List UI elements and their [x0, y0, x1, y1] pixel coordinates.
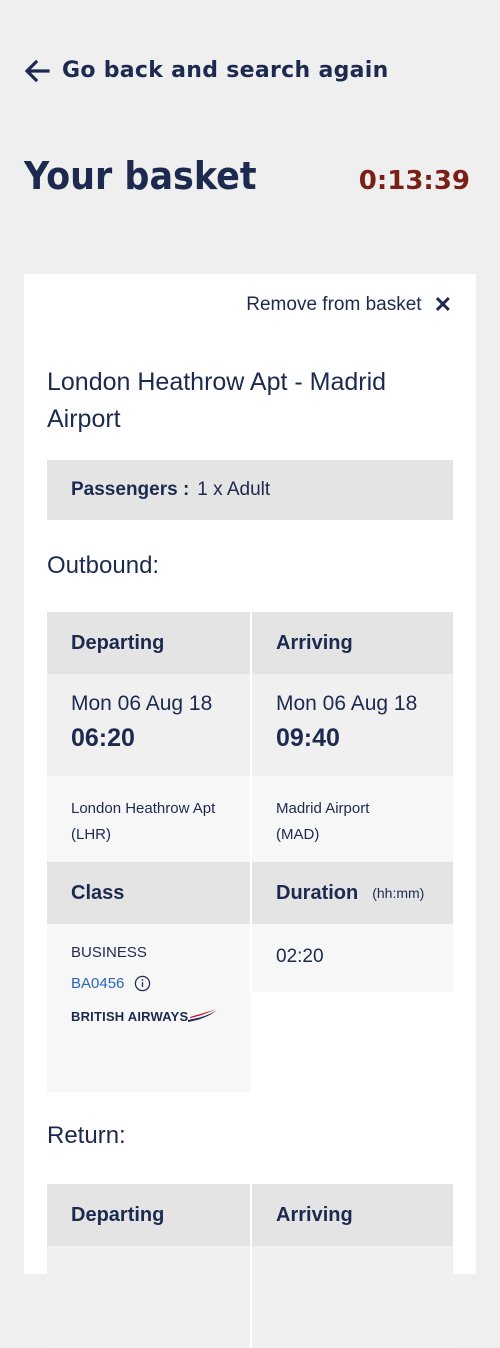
remove-from-basket-button[interactable]: Remove from basket ✕: [246, 294, 452, 316]
departure-airport: London Heathrow Apt (LHR): [47, 776, 250, 862]
passengers-label: Passengers :: [71, 479, 190, 500]
outbound-header-row: Departing Arriving: [47, 612, 453, 674]
arriving-header: Arriving: [250, 612, 453, 674]
flight-number-link[interactable]: BA0456: [71, 975, 124, 992]
departure-datetime: Mon 06 Aug 18 06:20: [47, 674, 250, 776]
duration-value: 02:20: [250, 924, 453, 992]
close-icon: ✕: [433, 292, 452, 317]
duration-unit: (hh:mm): [372, 885, 425, 901]
british-airways-logo: BRITISH AIRWAYS: [71, 1008, 250, 1024]
flight-number-row: BA0456: [71, 975, 250, 992]
return-arriving-header: Arriving: [250, 1184, 453, 1246]
duration-header-label: Duration: [276, 881, 359, 904]
duration-header: Duration (hh:mm): [250, 862, 453, 924]
outbound-table: Departing Arriving Mon 06 Aug 18 06:20 M…: [47, 612, 453, 1092]
return-arrival-datetime: [250, 1246, 453, 1348]
passengers-value: 1 x Adult: [197, 479, 271, 500]
return-table: Departing Arriving: [47, 1184, 453, 1348]
arrival-airport: Madrid Airport (MAD): [250, 776, 453, 862]
outbound-class-header-row: Class Duration (hh:mm): [47, 862, 453, 924]
remove-label: Remove from basket: [246, 294, 422, 315]
arrival-datetime: Mon 06 Aug 18 09:40: [250, 674, 453, 776]
outbound-label: Outbound:: [47, 552, 160, 579]
departure-time: 06:20: [71, 724, 135, 752]
countdown-timer: 0:13:39: [358, 166, 470, 196]
outbound-airport-row: London Heathrow Apt (LHR) Madrid Airport…: [47, 776, 453, 862]
speedmarque-icon: [188, 1009, 218, 1022]
airline-logo-text: BRITISH AIRWAYS: [71, 1008, 189, 1024]
arrival-date: Mon 06 Aug 18: [276, 692, 418, 715]
passengers-bar: Passengers : 1 x Adult: [47, 460, 453, 520]
back-link-label: Go back and search again: [62, 58, 389, 83]
departure-airport-code: (LHR): [71, 826, 111, 843]
info-icon[interactable]: [134, 975, 151, 992]
departure-date: Mon 06 Aug 18: [71, 692, 213, 715]
return-departing-header: Departing: [47, 1184, 250, 1246]
arrival-airport-code: (MAD): [276, 826, 320, 843]
back-to-search-link[interactable]: Go back and search again: [24, 58, 389, 83]
basket-card: Remove from basket ✕ London Heathrow Apt…: [24, 274, 476, 1348]
class-header: Class: [47, 862, 250, 924]
outbound-class-row: BUSINESS BA0456 BRITISH AIRWAYS 02:20: [47, 924, 453, 1092]
class-value: BUSINESS: [71, 944, 147, 961]
return-datetime-row: [47, 1246, 453, 1348]
arrival-time: 09:40: [276, 724, 340, 752]
return-departure-datetime: [47, 1246, 250, 1348]
return-label: Return:: [47, 1122, 126, 1149]
arrival-airport-name: Madrid Airport: [276, 800, 370, 817]
return-header-row: Departing Arriving: [47, 1184, 453, 1246]
route-title: London Heathrow Apt - Madrid Airport: [47, 368, 387, 433]
departing-header: Departing: [47, 612, 250, 674]
class-cell: BUSINESS BA0456 BRITISH AIRWAYS: [47, 924, 250, 1092]
arrow-left-icon: [24, 59, 50, 82]
page-title: Your basket: [24, 154, 257, 198]
outbound-datetime-row: Mon 06 Aug 18 06:20 Mon 06 Aug 18 09:40: [47, 674, 453, 776]
departure-airport-name: London Heathrow Apt: [71, 800, 216, 817]
